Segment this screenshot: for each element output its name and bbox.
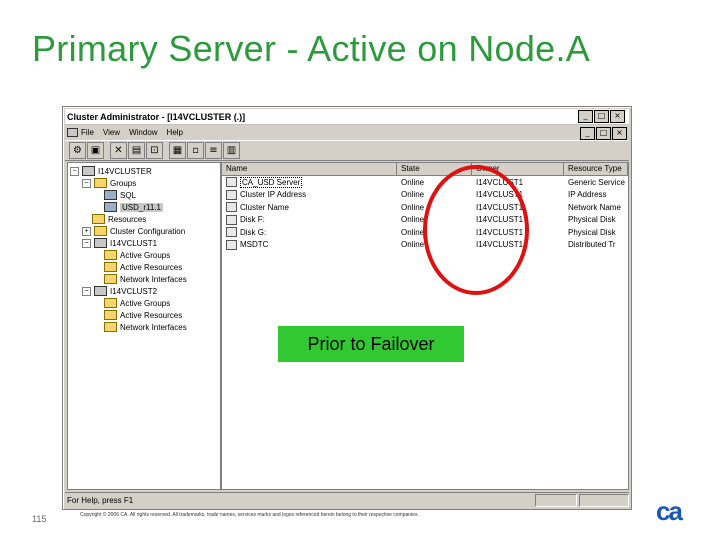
inner-maximize-button[interactable]: □	[596, 127, 611, 140]
large-icons-icon[interactable]: ▦	[169, 142, 186, 159]
folder-icon	[94, 226, 107, 236]
page-number: 115	[32, 514, 47, 524]
failover-callout: Prior to Failover	[278, 326, 464, 362]
slide-title: Primary Server - Active on Node.A	[32, 28, 591, 69]
maximize-button[interactable]: □	[594, 110, 609, 123]
folder-icon	[92, 214, 105, 224]
server-icon	[94, 286, 107, 296]
column-header-name[interactable]: Name	[222, 163, 397, 175]
status-text: For Help, press F1	[67, 495, 134, 505]
inner-close-button[interactable]: ×	[612, 127, 627, 140]
cluster-tree[interactable]: − I14VCLUSTER − Groups SQL USD_r11.1 Resou…	[67, 162, 221, 490]
owner-highlight-circle	[423, 165, 529, 295]
app-icon[interactable]	[67, 128, 78, 137]
tree-item-node2-network-interfaces[interactable]: Network Interfaces	[104, 321, 187, 333]
details-icon[interactable]: ▥	[223, 142, 240, 159]
inner-minimize-button[interactable]: _	[580, 127, 595, 140]
toolbar: ⚙ ▣ ✕ ▤ ⊡ ▦ ▫ ≡ ▥	[65, 140, 629, 161]
tree-item-resources[interactable]: Resources	[92, 213, 146, 225]
status-bar: For Help, press F1	[65, 492, 629, 507]
tree-item-groups[interactable]: − Groups	[82, 177, 136, 189]
resource-icon	[226, 214, 237, 225]
status-panel	[579, 494, 629, 507]
menu-help[interactable]: Help	[167, 128, 183, 137]
tree-item-node1-active-resources[interactable]: Active Resources	[104, 261, 182, 273]
delete-icon[interactable]: ✕	[110, 142, 127, 159]
tree-item-node2-active-resources[interactable]: Active Resources	[104, 309, 182, 321]
tree-item-node2-active-groups[interactable]: Active Groups	[104, 297, 170, 309]
menu-view[interactable]: View	[103, 128, 120, 137]
folder-icon	[104, 262, 117, 272]
status-panel	[535, 494, 577, 507]
menu-bar: File View Window Help	[65, 126, 629, 139]
tree-item-node2[interactable]: − I14VCLUST2	[82, 285, 157, 297]
window-title: Cluster Administrator - [I14VCLUSTER (.)…	[67, 111, 246, 122]
folder-icon	[104, 322, 117, 332]
list-icon[interactable]: ≡	[205, 142, 222, 159]
menu-file[interactable]: File	[81, 128, 94, 137]
tree-item-node1-network-interfaces[interactable]: Network Interfaces	[104, 273, 187, 285]
table-row[interactable]: Cluster IP Address Online I14VCLUST1 IP …	[222, 189, 628, 202]
tree-item-node1[interactable]: − I14VCLUST1	[82, 237, 157, 249]
bring-online-icon[interactable]: ▤	[128, 142, 145, 159]
menu-window[interactable]: Window	[129, 128, 157, 137]
minimize-button[interactable]: _	[578, 110, 593, 123]
folder-icon	[104, 274, 117, 284]
group-icon	[104, 190, 117, 200]
resource-icon	[226, 177, 237, 188]
close-button[interactable]: ×	[610, 110, 625, 123]
window-titlebar[interactable]: Cluster Administrator - [I14VCLUSTER (.)…	[65, 109, 629, 125]
ca-logo: ca	[656, 496, 683, 526]
resource-icon	[226, 189, 237, 200]
resource-icon	[226, 202, 237, 213]
tree-item-usd[interactable]: USD_r11.1	[104, 201, 163, 213]
server-icon	[94, 238, 107, 248]
folder-icon	[104, 310, 117, 320]
new-icon[interactable]: ▣	[87, 142, 104, 159]
tree-item-sql[interactable]: SQL	[104, 189, 136, 201]
column-header-resource-type[interactable]: Resource Type	[564, 163, 628, 175]
take-offline-icon[interactable]: ⊡	[146, 142, 163, 159]
tree-item-cluster[interactable]: − I14VCLUSTER	[70, 165, 152, 177]
table-row[interactable]: CA_USD Server Online I14VCLUST1 Generic …	[222, 176, 628, 189]
copyright-footer: Copyright © 2006 CA. All rights reserved…	[80, 512, 419, 518]
cluster-icon	[82, 166, 95, 176]
group-icon	[104, 202, 117, 212]
small-icons-icon[interactable]: ▫	[187, 142, 204, 159]
tree-item-cluster-configuration[interactable]: + Cluster Configuration	[82, 225, 185, 237]
folder-icon	[104, 298, 117, 308]
list-header: Name State Owner Resource Type	[222, 163, 628, 176]
tree-item-node1-active-groups[interactable]: Active Groups	[104, 249, 170, 261]
folder-icon	[94, 178, 107, 188]
folder-icon	[104, 250, 117, 260]
resource-icon	[226, 227, 237, 238]
cluster-administrator-window: Cluster Administrator - [I14VCLUSTER (.)…	[62, 106, 632, 510]
resource-icon	[226, 239, 237, 250]
properties-icon[interactable]: ⚙	[69, 142, 86, 159]
